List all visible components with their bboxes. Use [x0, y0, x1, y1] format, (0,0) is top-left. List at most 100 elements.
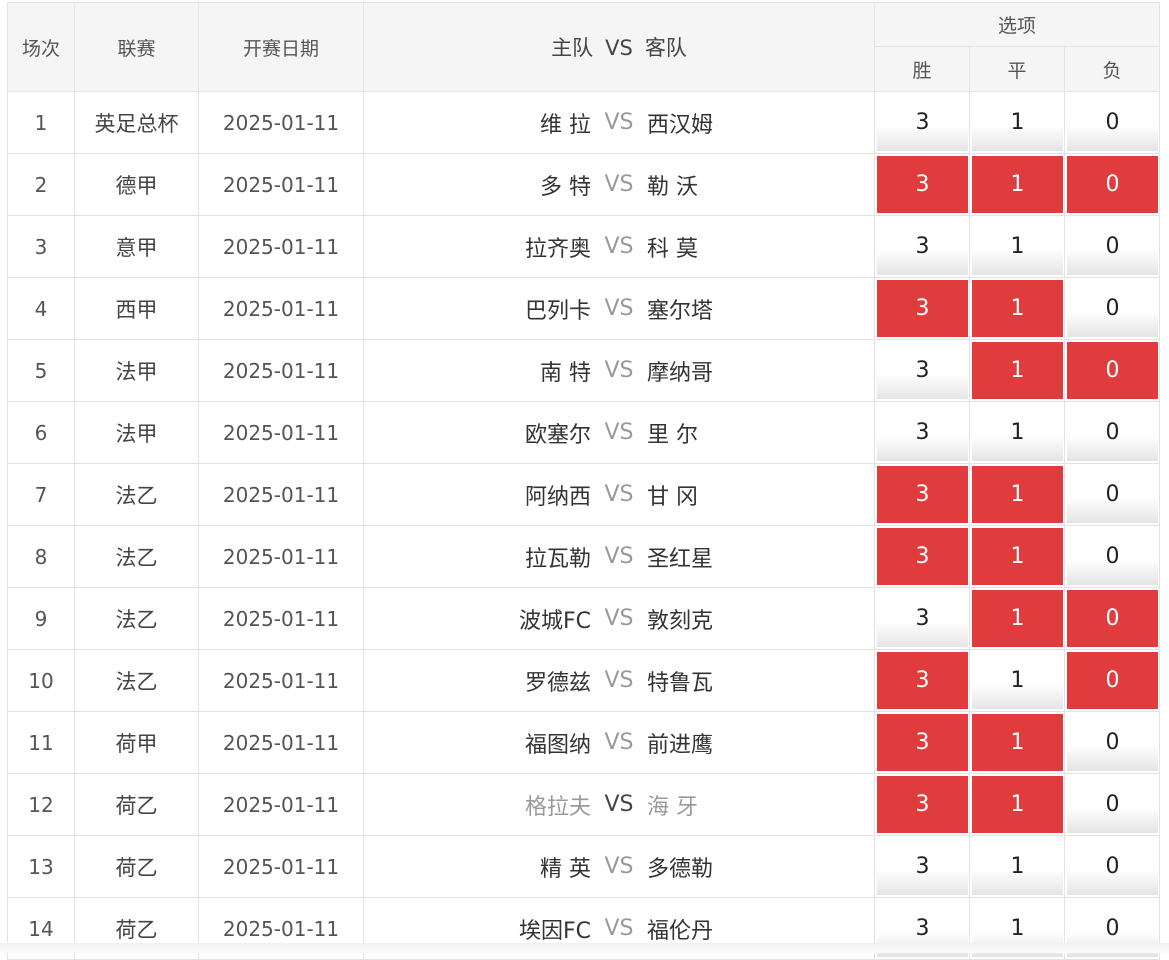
option-lose-button[interactable]: 0 [1067, 342, 1158, 399]
option-draw-button[interactable]: 1 [972, 342, 1063, 399]
away-team: 勒 沃 [647, 169, 874, 201]
vs-label: VS [591, 482, 647, 507]
option-cell: 3 [875, 154, 970, 216]
match-teams-line: 罗德兹VS特鲁瓦 [364, 651, 874, 711]
away-team: 海 牙 [647, 789, 874, 821]
option-win-button[interactable]: 3 [877, 776, 968, 833]
option-win-button[interactable]: 3 [877, 94, 968, 151]
header-lose: 负 [1065, 47, 1160, 92]
row-spacer [1160, 154, 1169, 216]
option-cell: 3 [875, 278, 970, 340]
match-index: 13 [8, 836, 75, 898]
option-lose-button[interactable]: 0 [1067, 838, 1158, 895]
row-spacer [1160, 92, 1169, 154]
match-teams-line: 维 拉VS西汉姆 [364, 93, 874, 153]
row-spacer [1160, 526, 1169, 588]
option-win-button[interactable]: 3 [877, 342, 968, 399]
match-teams: 拉瓦勒VS圣红星 [364, 526, 875, 588]
table-row: 6法甲2025-01-11欧塞尔VS里 尔310 [8, 402, 1169, 464]
option-draw-button[interactable]: 1 [972, 590, 1063, 647]
option-draw-button[interactable]: 1 [972, 652, 1063, 709]
option-cell: 0 [1065, 588, 1160, 650]
home-team: 格拉夫 [364, 789, 591, 821]
vs-label: VS [591, 916, 647, 941]
away-team: 圣红星 [647, 541, 874, 573]
table-row: 4西甲2025-01-11巴列卡VS塞尔塔310 [8, 278, 1169, 340]
option-win-button[interactable]: 3 [877, 404, 968, 461]
match-date: 2025-01-11 [199, 402, 364, 464]
option-win-button[interactable]: 3 [877, 156, 968, 213]
option-win-button[interactable]: 3 [877, 652, 968, 709]
match-teams: 维 拉VS西汉姆 [364, 92, 875, 154]
option-cell: 0 [1065, 712, 1160, 774]
away-team: 摩纳哥 [647, 355, 874, 387]
league-name: 西甲 [75, 278, 199, 340]
option-lose-button[interactable]: 0 [1067, 404, 1158, 461]
league-name: 意甲 [75, 216, 199, 278]
option-draw-button[interactable]: 1 [972, 838, 1063, 895]
match-date: 2025-01-11 [199, 216, 364, 278]
match-teams: 罗德兹VS特鲁瓦 [364, 650, 875, 712]
home-team: 维 拉 [364, 107, 591, 139]
option-win-button[interactable]: 3 [877, 280, 968, 337]
option-cell: 3 [875, 774, 970, 836]
option-draw-button[interactable]: 1 [972, 94, 1063, 151]
header-options: 选项 [875, 3, 1160, 47]
league-name: 荷乙 [75, 774, 199, 836]
table-row: 7法乙2025-01-11阿纳西VS甘 冈310 [8, 464, 1169, 526]
match-teams-line: 波城FCVS敦刻克 [364, 589, 874, 649]
option-win-button[interactable]: 3 [877, 590, 968, 647]
option-lose-button[interactable]: 0 [1067, 776, 1158, 833]
table-row: 12荷乙2025-01-11格拉夫VS海 牙310 [8, 774, 1169, 836]
option-draw-button[interactable]: 1 [972, 280, 1063, 337]
option-draw-button[interactable]: 1 [972, 528, 1063, 585]
home-team: 多 特 [364, 169, 591, 201]
match-teams: 拉齐奥VS科 莫 [364, 216, 875, 278]
option-lose-button[interactable]: 0 [1067, 652, 1158, 709]
option-lose-button[interactable]: 0 [1067, 218, 1158, 275]
match-teams: 波城FCVS敦刻克 [364, 588, 875, 650]
option-cell: 3 [875, 588, 970, 650]
option-draw-button[interactable]: 1 [972, 404, 1063, 461]
option-win-button[interactable]: 3 [877, 218, 968, 275]
home-team: 阿纳西 [364, 479, 591, 511]
option-win-button[interactable]: 3 [877, 838, 968, 895]
option-lose-button[interactable]: 0 [1067, 466, 1158, 523]
option-cell: 3 [875, 650, 970, 712]
option-lose-button[interactable]: 0 [1067, 714, 1158, 771]
home-team: 拉齐奥 [364, 231, 591, 263]
row-spacer [1160, 340, 1169, 402]
option-win-button[interactable]: 3 [877, 528, 968, 585]
option-cell: 0 [1065, 340, 1160, 402]
option-win-button[interactable]: 3 [877, 466, 968, 523]
option-draw-button[interactable]: 1 [972, 776, 1063, 833]
away-team: 西汉姆 [647, 107, 874, 139]
match-teams: 多 特VS勒 沃 [364, 154, 875, 216]
league-name: 法甲 [75, 340, 199, 402]
option-draw-button[interactable]: 1 [972, 466, 1063, 523]
vs-label: VS [591, 358, 647, 383]
match-date: 2025-01-11 [199, 92, 364, 154]
header-league: 联赛 [75, 3, 199, 92]
match-rows: 1英足总杯2025-01-11维 拉VS西汉姆3102德甲2025-01-11多… [8, 92, 1169, 960]
option-cell: 1 [970, 464, 1065, 526]
header-win: 胜 [875, 47, 970, 92]
match-table: 场次 联赛 开赛日期 主队VS客队 选项 胜 平 负 1英足总杯2025-01-… [7, 2, 1169, 960]
option-lose-button[interactable]: 0 [1067, 94, 1158, 151]
option-lose-button[interactable]: 0 [1067, 156, 1158, 213]
option-draw-button[interactable]: 1 [972, 156, 1063, 213]
table-row: 10法乙2025-01-11罗德兹VS特鲁瓦310 [8, 650, 1169, 712]
option-cell: 3 [875, 216, 970, 278]
option-cell: 0 [1065, 836, 1160, 898]
option-draw-button[interactable]: 1 [972, 714, 1063, 771]
match-date: 2025-01-11 [199, 278, 364, 340]
option-lose-button[interactable]: 0 [1067, 528, 1158, 585]
row-spacer [1160, 216, 1169, 278]
option-lose-button[interactable]: 0 [1067, 590, 1158, 647]
option-draw-button[interactable]: 1 [972, 218, 1063, 275]
option-lose-button[interactable]: 0 [1067, 280, 1158, 337]
match-teams: 南 特VS摩纳哥 [364, 340, 875, 402]
option-win-button[interactable]: 3 [877, 714, 968, 771]
row-spacer [1160, 712, 1169, 774]
match-index: 3 [8, 216, 75, 278]
